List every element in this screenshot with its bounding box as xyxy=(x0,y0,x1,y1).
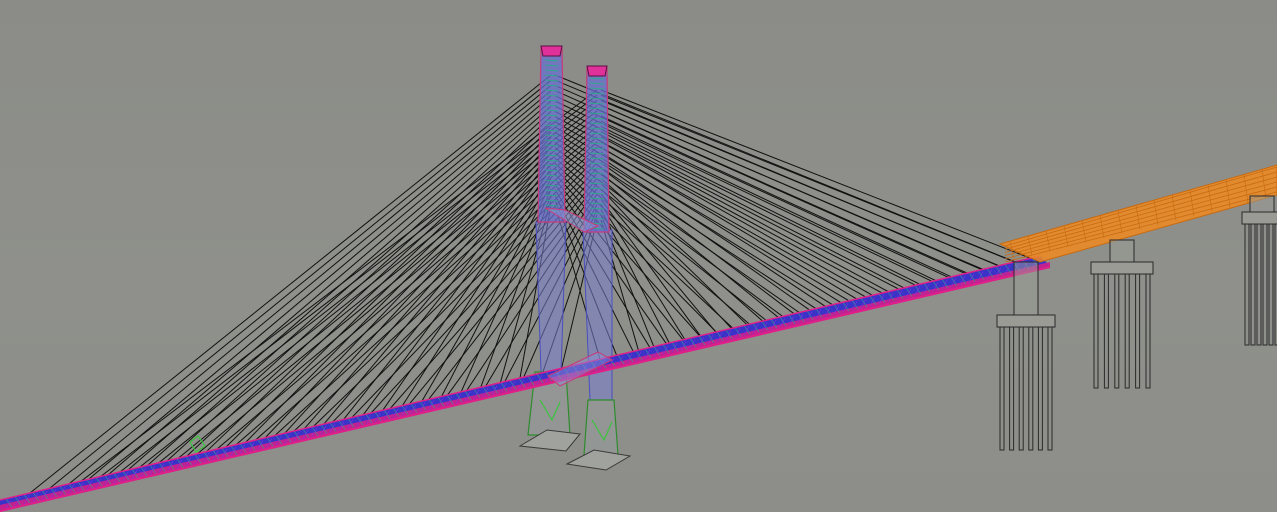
pile-cap xyxy=(1241,211,1277,225)
pile xyxy=(1093,273,1099,389)
pile xyxy=(1124,273,1130,389)
bridge-wireframe-model xyxy=(0,45,1277,512)
stay-cable xyxy=(600,110,977,278)
stay-cable xyxy=(49,79,552,489)
pile xyxy=(1018,326,1024,451)
pier-2 xyxy=(1090,239,1154,389)
approach-girder-line xyxy=(1004,186,1277,260)
pile xyxy=(999,326,1005,451)
pile xyxy=(1244,223,1250,346)
3d-viewport[interactable] xyxy=(0,0,1277,512)
pile xyxy=(1009,326,1015,451)
pile xyxy=(1047,326,1053,451)
pile-cap xyxy=(996,314,1056,328)
pile xyxy=(1135,273,1141,389)
pile xyxy=(1103,273,1109,389)
stay-cable xyxy=(600,99,1009,270)
pile xyxy=(1250,223,1256,346)
approach-girder-line xyxy=(1004,176,1277,253)
pile xyxy=(1114,273,1120,389)
pile-cap xyxy=(1090,261,1154,275)
stay-cable xyxy=(600,157,833,312)
pier-column xyxy=(1013,261,1039,316)
stay-cables-front-pylon xyxy=(29,74,1016,494)
approach-girder-line xyxy=(1004,181,1277,256)
pier-column xyxy=(1249,195,1275,213)
pier-column xyxy=(1109,239,1135,263)
stay-cable xyxy=(554,95,949,278)
stay-cable xyxy=(68,85,552,485)
stay-cable xyxy=(600,131,913,293)
approach-span-deck xyxy=(998,164,1277,263)
pile xyxy=(1028,326,1034,451)
pile xyxy=(1262,223,1268,346)
pile xyxy=(1145,273,1151,389)
pier-3 xyxy=(1241,195,1277,346)
stay-cable xyxy=(600,162,817,315)
pier-1 xyxy=(996,261,1056,451)
approach-girder-line xyxy=(1004,171,1277,250)
pile xyxy=(1256,223,1262,346)
stay-cable xyxy=(29,74,552,494)
approach-girder-line xyxy=(1004,191,1277,263)
pile xyxy=(1037,326,1043,451)
pile xyxy=(1268,223,1274,346)
